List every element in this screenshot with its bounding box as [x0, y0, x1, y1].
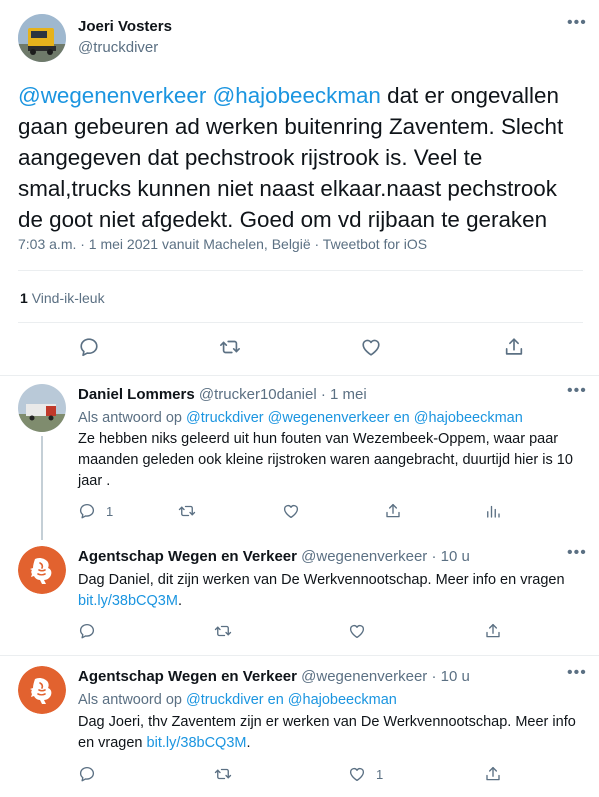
replying-to-label: Als antwoord op: [78, 692, 182, 708]
reply-text: Dag Daniel, dit zijn werken van De Werkv…: [78, 570, 578, 612]
share-icon: [486, 623, 500, 638]
retweet-button[interactable]: [177, 502, 197, 520]
awv-lion-logo[interactable]: [18, 546, 66, 594]
divider: [18, 270, 583, 271]
like-button[interactable]: [348, 622, 366, 640]
share-button[interactable]: [484, 765, 502, 783]
reply-button[interactable]: 1: [78, 502, 113, 520]
like-icon: [283, 504, 299, 519]
mention-link[interactable]: @hajobeeckman: [414, 410, 523, 426]
thread-line: [41, 436, 43, 540]
analytics-icon: [487, 505, 500, 518]
reply-header: Agentschap Wegen en Verkeer @wegenenverk…: [78, 548, 470, 565]
reply-text-body: Dag Daniel, dit zijn werken van De Werkv…: [78, 572, 565, 588]
reply-button[interactable]: [78, 765, 96, 783]
replying-to-conjunction: en: [267, 692, 284, 708]
divider: [18, 322, 583, 323]
main-tweet: Joeri Vosters @truckdiver ••• @wegenenve…: [0, 0, 599, 376]
share-button[interactable]: [484, 622, 502, 640]
mention-link[interactable]: @wegenenverkeer: [18, 83, 206, 108]
tweet-text-rest: gaan gebeuren ad werken buitenring Zaven…: [18, 114, 564, 232]
reply-icon: [79, 623, 95, 639]
author-name[interactable]: Joeri Vosters: [78, 18, 172, 35]
replying-to-conjunction: en: [393, 410, 410, 426]
retweet-button[interactable]: [213, 622, 233, 640]
more-icon[interactable]: •••: [567, 665, 587, 681]
like-button[interactable]: [360, 336, 382, 358]
author-handle[interactable]: @truckdiver: [78, 39, 158, 56]
reply-count: 1: [106, 503, 114, 519]
tweet-time[interactable]: · 1 mei: [321, 386, 367, 403]
share-icon: [386, 503, 400, 518]
author-name[interactable]: Daniel Lommers: [78, 386, 195, 403]
author-name[interactable]: Agentschap Wegen en Verkeer: [78, 548, 297, 565]
avatar[interactable]: [18, 14, 66, 62]
likes-count: 1: [20, 290, 28, 306]
mention-link[interactable]: @truckdiver: [186, 692, 264, 708]
reply-header: Daniel Lommers @trucker10daniel · 1 mei: [78, 386, 367, 403]
short-link[interactable]: bit.ly/38bCQ3M: [78, 593, 178, 609]
more-icon[interactable]: •••: [567, 383, 587, 399]
retweet-icon: [178, 505, 196, 517]
share-icon: [486, 766, 500, 781]
reply-icon: [80, 338, 98, 357]
analytics-button[interactable]: [484, 502, 502, 520]
reply-text-end: .: [246, 735, 251, 751]
reply-text-end: .: [177, 593, 182, 609]
reply-text: Ze hebben niks geleerd uit hun fouten va…: [78, 431, 573, 489]
mention-link[interactable]: @wegenenverkeer: [268, 410, 390, 426]
share-button[interactable]: [503, 336, 525, 358]
short-link[interactable]: bit.ly/38bCQ3M: [147, 735, 247, 751]
like-button[interactable]: 1: [348, 765, 383, 783]
likes-label: Vind-ik-leuk: [31, 290, 105, 306]
author-handle[interactable]: @wegenenverkeer: [301, 548, 427, 565]
mention-link[interactable]: @hajobeeckman: [213, 83, 381, 108]
tweet-time[interactable]: · 10 u: [431, 668, 469, 685]
share-icon: [505, 338, 523, 355]
mention-link[interactable]: @hajobeeckman: [288, 692, 397, 708]
author-name[interactable]: Agentschap Wegen en Verkeer: [78, 668, 297, 685]
retweet-icon: [220, 340, 240, 354]
mention-link[interactable]: @truckdiver: [186, 410, 264, 426]
avatar[interactable]: [18, 384, 66, 432]
author-handle[interactable]: @trucker10daniel: [199, 386, 317, 403]
replying-to: Als antwoord op @truckdiver @wegenenverk…: [78, 408, 578, 429]
tweet-meta[interactable]: 7:03 a.m. · 1 mei 2021 vanuit Machelen, …: [18, 236, 427, 252]
reply-header: Agentschap Wegen en Verkeer @wegenenverk…: [78, 668, 470, 685]
divider: [0, 655, 599, 656]
like-icon: [349, 767, 365, 782]
awv-lion-logo[interactable]: [18, 666, 66, 714]
likes-summary[interactable]: 1 Vind-ik-leuk: [20, 290, 105, 306]
tweet-actions: [0, 330, 599, 364]
more-icon[interactable]: •••: [567, 545, 587, 561]
replying-to-label: Als antwoord op: [78, 410, 182, 426]
like-count: 1: [376, 766, 384, 782]
reply-button[interactable]: [78, 336, 100, 358]
more-icon[interactable]: •••: [567, 15, 587, 31]
retweet-icon: [214, 625, 232, 637]
share-button[interactable]: [384, 502, 402, 520]
like-icon: [349, 624, 365, 639]
reply-icon: [79, 766, 95, 782]
tweet-time[interactable]: · 10 u: [431, 548, 469, 565]
retweet-button[interactable]: [213, 765, 233, 783]
like-button[interactable]: [282, 502, 300, 520]
author-handle[interactable]: @wegenenverkeer: [301, 668, 427, 685]
reply-text: Dag Joeri, thv Zaventem zijn er werken v…: [78, 712, 578, 754]
retweet-icon: [214, 768, 232, 780]
tweet-text-line1: dat er ongevallen: [387, 83, 559, 108]
replying-to: Als antwoord op @truckdiver en @hajobeec…: [78, 690, 578, 711]
like-icon: [362, 339, 380, 356]
reply-button[interactable]: [78, 622, 96, 640]
reply-icon: [79, 503, 95, 519]
retweet-button[interactable]: [218, 336, 242, 358]
tweet-text: @wegenenverkeer @hajobeeckman dat er ong…: [18, 80, 588, 235]
